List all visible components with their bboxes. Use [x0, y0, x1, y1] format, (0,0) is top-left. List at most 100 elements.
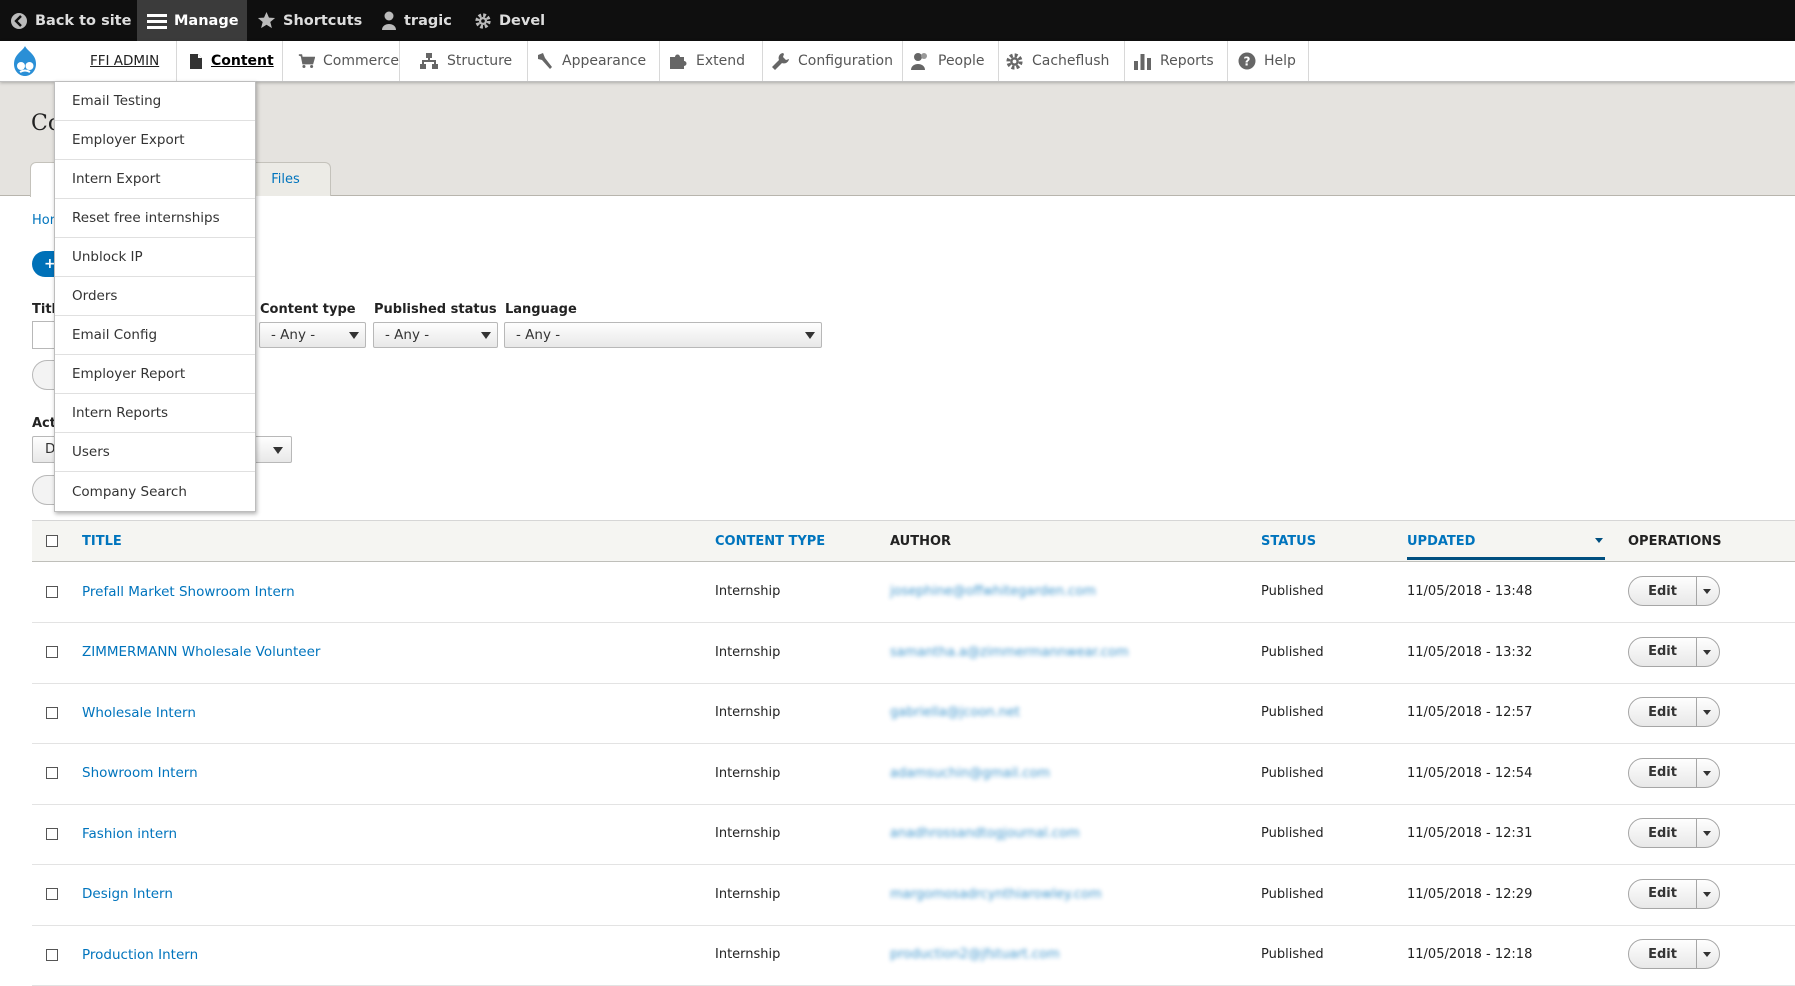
tray-item-cacheflush[interactable]: Cacheflush [999, 41, 1125, 81]
tray-item-label: Cacheflush [1032, 53, 1110, 69]
content-type-select[interactable]: - Any - [259, 322, 366, 348]
column-status[interactable]: STATUS [1261, 521, 1316, 561]
tray-item-appearance[interactable]: Appearance [528, 41, 660, 81]
row-author-link[interactable]: margomosadrcynthiarowley.com [890, 864, 1102, 925]
edit-dropbutton[interactable]: Edit [1628, 697, 1720, 727]
column-author: AUTHOR [890, 533, 952, 549]
row-content-type: Internship [715, 886, 781, 902]
row-checkbox[interactable] [46, 827, 58, 840]
back-to-site-link[interactable]: Back to site [10, 0, 131, 41]
tray-item-configuration[interactable]: Configuration [763, 41, 903, 81]
edit-dropbutton[interactable]: Edit [1628, 818, 1720, 848]
chevron-down-icon[interactable] [1703, 770, 1711, 776]
row-author-link[interactable]: samantha.a@zimmermannwear.com [890, 622, 1129, 683]
row-checkbox[interactable] [46, 767, 58, 779]
ffi-admin-label: FFI ADMIN [90, 53, 160, 69]
breadcrumb[interactable]: Hor [32, 213, 55, 228]
dropdown-item[interactable]: Company Search [55, 472, 255, 511]
row-author-link[interactable]: production2@jfstuart.com [890, 924, 1060, 985]
dropdown-item[interactable]: Orders [55, 277, 255, 316]
language-select[interactable]: - Any - [504, 322, 822, 348]
published-status-value: - Any - [385, 327, 430, 343]
chevron-down-icon[interactable] [1703, 952, 1711, 957]
chevron-down-icon[interactable] [1703, 589, 1711, 594]
row-title-link[interactable]: Fashion intern [82, 803, 177, 864]
dropdown-item[interactable]: Email Config [55, 316, 255, 355]
gear-icon [475, 12, 491, 29]
dropdown-item[interactable]: Users [55, 433, 255, 472]
row-status: Published [1261, 826, 1324, 841]
published-status-select[interactable]: - Any - [373, 322, 498, 348]
ffi-admin-menu[interactable]: FFI ADMIN [60, 41, 177, 81]
edit-button[interactable]: Edit [1629, 940, 1697, 968]
language-value: - Any - [516, 327, 561, 343]
row-checkbox[interactable] [46, 585, 58, 598]
tray-item-help[interactable]: ? Help [1228, 41, 1309, 81]
dropdown-item[interactable]: Reset free internships [55, 199, 255, 238]
row-checkbox[interactable] [46, 706, 58, 719]
table-row: Prefall Market Showroom Intern Internship… [32, 561, 1795, 623]
chevron-down-icon[interactable] [1703, 710, 1711, 715]
row-checkbox[interactable] [46, 646, 58, 658]
tray-item-people[interactable]: People [903, 41, 999, 81]
back-arrow-icon [11, 12, 27, 29]
edit-dropbutton[interactable]: Edit [1628, 576, 1720, 606]
dropdown-item[interactable]: Employer Report [55, 355, 255, 394]
row-title-link[interactable]: Design Intern [82, 864, 173, 925]
star-icon [257, 11, 276, 29]
column-title[interactable]: TITLE [82, 521, 122, 561]
chevron-down-icon[interactable] [1703, 649, 1711, 655]
chevron-down-icon [805, 332, 815, 339]
row-checkbox[interactable] [46, 948, 58, 961]
edit-dropbutton[interactable]: Edit [1628, 757, 1720, 788]
chevron-down-icon[interactable] [1703, 891, 1711, 897]
tray-item-content[interactable]: Content [177, 41, 283, 81]
table-row: Fashion intern Internship anadhrossandtogj… [32, 803, 1795, 865]
drupal-logo-icon[interactable] [9, 45, 41, 81]
dropdown-item[interactable]: Unblock IP [55, 238, 255, 277]
row-title-link[interactable]: Production Intern [82, 924, 198, 985]
edit-button[interactable]: Edit [1629, 819, 1697, 847]
select-all-checkbox[interactable] [46, 521, 58, 561]
ffi-admin-dropdown: Email Testing Employer Export Intern Expor… [54, 81, 256, 512]
tray-item-commerce[interactable]: Commerce [283, 41, 400, 81]
edit-dropbutton[interactable]: Edit [1628, 939, 1720, 969]
back-to-site-label: Back to site [35, 12, 132, 29]
row-title-link[interactable]: Prefall Market Showroom Intern [82, 561, 295, 622]
column-updated[interactable]: UPDATED [1407, 521, 1475, 561]
column-content-type[interactable]: CONTENT TYPE [715, 521, 825, 561]
row-author-link[interactable]: gabriella@jcoon.net [890, 682, 1020, 743]
edit-button[interactable]: Edit [1629, 879, 1697, 908]
row-author-link[interactable]: anadhrossandtogjournal.com [890, 803, 1080, 864]
tray-item-reports[interactable]: Reports [1125, 41, 1228, 81]
edit-button[interactable]: Edit [1629, 698, 1697, 726]
devel-tab[interactable]: Devel [474, 0, 545, 41]
checkbox[interactable] [46, 535, 58, 547]
dropdown-item[interactable]: Intern Export [55, 160, 255, 199]
chevron-down-icon[interactable] [1703, 831, 1711, 836]
row-title-link[interactable]: ZIMMERMANN Wholesale Volunteer [82, 622, 320, 683]
dropdown-item[interactable]: Employer Export [55, 121, 255, 160]
tray-item-extend[interactable]: Extend [660, 41, 763, 81]
edit-button[interactable]: Edit [1629, 577, 1697, 605]
edit-dropbutton[interactable]: Edit [1628, 636, 1720, 667]
tray-item-structure[interactable]: Structure [400, 41, 528, 81]
manage-tab[interactable]: Manage [137, 0, 247, 41]
edit-dropbutton[interactable]: Edit [1628, 878, 1720, 909]
row-title-link[interactable]: Wholesale Intern [82, 682, 196, 743]
dropdown-item[interactable]: Intern Reports [55, 394, 255, 433]
tray-item-label: Structure [447, 53, 513, 69]
dropdown-item[interactable]: Email Testing [55, 82, 255, 121]
edit-button[interactable]: Edit [1629, 637, 1697, 666]
row-title-link[interactable]: Showroom Intern [82, 743, 198, 804]
edit-button[interactable]: Edit [1629, 758, 1697, 787]
row-author-link[interactable]: adamsuchin@gmail.com [890, 743, 1050, 804]
cart-icon [298, 54, 315, 69]
user-tab[interactable]: tragic [381, 0, 452, 41]
row-checkbox[interactable] [46, 888, 58, 900]
row-author-link[interactable]: josephine@offwhitegarden.com [890, 561, 1096, 622]
wrench-icon [772, 52, 789, 70]
row-content-type: Internship [715, 947, 781, 962]
chevron-down-icon [481, 332, 491, 339]
shortcuts-tab[interactable]: Shortcuts [257, 0, 362, 41]
